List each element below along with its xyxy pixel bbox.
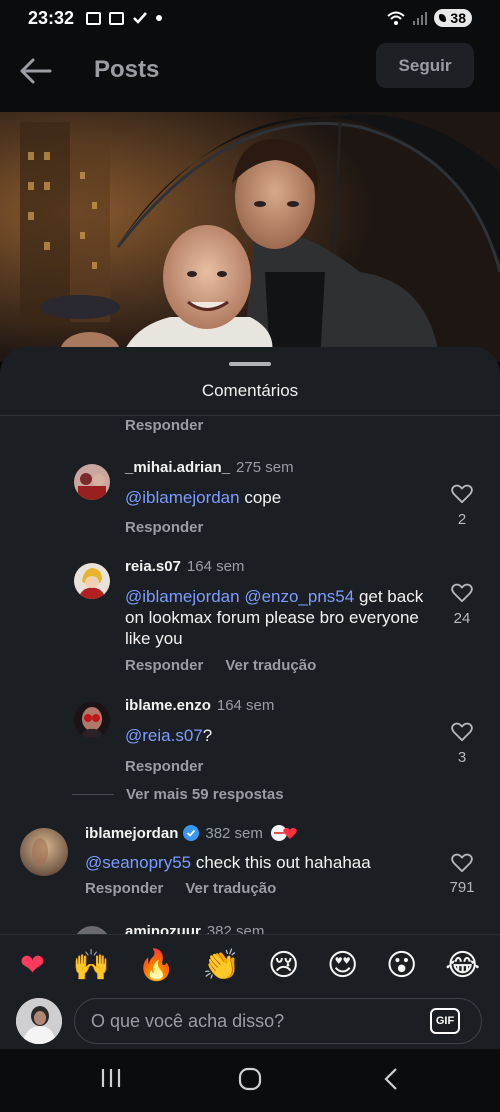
check-icon xyxy=(133,12,147,24)
list-item: iblame.enzo 164 sem @reia.s07? Responder… xyxy=(0,697,500,777)
status-notification-icons xyxy=(86,11,163,25)
avatar[interactable] xyxy=(74,563,110,599)
list-item: reia.s07 164 sem @iblamejordan @enzo_pns… xyxy=(0,558,500,678)
system-nav-bar xyxy=(0,1049,500,1112)
avatar[interactable] xyxy=(74,926,110,934)
comment-text: @iblamejordan @enzo_pns54 get back on lo… xyxy=(125,586,425,649)
like-button[interactable] xyxy=(450,583,474,608)
status-bar: 23:32 38 xyxy=(0,0,500,36)
creator-liked-icon xyxy=(270,825,297,841)
list-item: aminozuur 382 sem xyxy=(0,923,500,934)
post-image[interactable] xyxy=(0,112,500,362)
view-more-replies-label: Ver mais 59 respostas xyxy=(126,786,284,803)
comment-username[interactable]: iblamejordan xyxy=(85,825,178,842)
comment-input[interactable] xyxy=(74,998,482,1044)
sheet-title: Comentários xyxy=(201,381,299,400)
heart-icon xyxy=(451,853,473,873)
comment-time: 275 sem xyxy=(236,459,294,476)
like-count: 3 xyxy=(457,749,467,766)
comments-list[interactable]: Responder _mihai.adrian_ 275 sem @iblame… xyxy=(0,416,500,934)
mention-link[interactable]: @seanopry55 xyxy=(85,853,191,872)
drag-handle[interactable] xyxy=(229,362,271,366)
translate-button[interactable]: Ver tradução xyxy=(185,880,276,897)
comment-text: @seanopry55 check this out hahahaa xyxy=(85,852,425,873)
avatar[interactable] xyxy=(20,828,68,876)
emoji-heart-button[interactable]: ❤ xyxy=(20,948,45,983)
gif-button[interactable]: GIF xyxy=(430,1008,460,1034)
screenshot-icon xyxy=(86,11,102,25)
reply-button[interactable]: Responder xyxy=(125,519,203,536)
reply-button[interactable]: Responder xyxy=(85,880,163,897)
list-item: _mihai.adrian_ 275 sem @iblamejordan cop… xyxy=(0,459,500,539)
comment-username[interactable]: reia.s07 xyxy=(125,558,181,575)
emoji-laughing-button[interactable]: 😂 xyxy=(445,948,480,983)
mention-link[interactable]: @iblamejordan xyxy=(125,488,240,507)
calendar-icon xyxy=(109,11,125,25)
avatar[interactable] xyxy=(74,464,110,500)
view-more-replies-button[interactable]: Ver mais 59 respostas xyxy=(72,786,284,803)
wifi-icon xyxy=(387,11,406,25)
chevron-left-icon xyxy=(384,1068,397,1090)
divider xyxy=(72,794,114,795)
status-time: 23:32 xyxy=(28,7,75,28)
comment-username[interactable]: iblame.enzo xyxy=(125,697,211,714)
reply-button[interactable]: Responder xyxy=(125,758,203,775)
notification-dot-icon xyxy=(156,15,163,21)
avatar[interactable] xyxy=(74,702,110,738)
status-system-icons: 38 xyxy=(386,9,472,27)
battery-icon: 38 xyxy=(434,9,472,27)
comment-body: ? xyxy=(202,726,213,745)
emoji-quick-bar: ❤ 🙌 🔥 👏 😢 😍 😮 😂 xyxy=(0,934,500,996)
comment-time: 382 sem xyxy=(206,923,265,934)
comment-time: 164 sem xyxy=(186,558,245,575)
emoji-surprised-button[interactable]: 😮 xyxy=(386,948,417,983)
back-nav-button[interactable] xyxy=(382,1067,400,1096)
back-button[interactable] xyxy=(18,56,54,86)
like-count: 2 xyxy=(457,511,467,528)
comment-text: @iblamejordan cope xyxy=(125,487,425,508)
comment-username[interactable]: _mihai.adrian_ xyxy=(125,459,230,476)
like-button[interactable] xyxy=(450,853,474,878)
emoji-raised-hands-button[interactable]: 🙌 xyxy=(73,948,110,983)
comments-sheet: Comentários Responder _mihai.adrian_ 275… xyxy=(0,347,500,1112)
reply-button[interactable]: Responder xyxy=(125,657,203,674)
like-button[interactable] xyxy=(450,722,474,747)
page-title: Posts xyxy=(94,56,160,83)
post-photo xyxy=(0,112,500,362)
home-icon xyxy=(238,1067,262,1091)
top-bar: Posts Seguir xyxy=(0,36,500,112)
heart-icon xyxy=(451,484,473,504)
list-item: iblamejordan 382 sem @seanopry55 check t… xyxy=(0,824,500,904)
like-count: 24 xyxy=(453,610,471,627)
emoji-clap-button[interactable]: 👏 xyxy=(203,948,240,983)
comment-body: check this out hahahaa xyxy=(191,853,371,872)
comment-input-row: GIF xyxy=(0,996,500,1050)
like-count: 791 xyxy=(449,879,475,896)
heart-icon xyxy=(451,722,473,742)
emoji-fire-button[interactable]: 🔥 xyxy=(138,948,175,983)
like-button[interactable] xyxy=(450,484,474,509)
heart-icon xyxy=(451,583,473,603)
home-button[interactable] xyxy=(238,1067,262,1096)
verified-badge-icon xyxy=(183,825,200,841)
emoji-crying-button[interactable]: 😢 xyxy=(268,948,299,983)
emoji-heart-eyes-button[interactable]: 😍 xyxy=(327,948,358,983)
comment-time: 382 sem xyxy=(205,824,263,842)
translate-button[interactable]: Ver tradução xyxy=(225,657,316,674)
comment-text: @reia.s07? xyxy=(125,725,425,746)
mention-link[interactable]: @reia.s07 xyxy=(125,726,203,745)
reply-button[interactable]: Responder xyxy=(125,417,203,434)
follow-button[interactable]: Seguir xyxy=(376,43,474,88)
arrow-left-icon xyxy=(20,58,52,84)
comment-username[interactable]: aminozuur xyxy=(125,923,201,934)
comment-time: 164 sem xyxy=(216,697,275,714)
mention-link[interactable]: @iblamejordan @enzo_pns54 xyxy=(125,587,354,606)
recent-apps-button[interactable] xyxy=(100,1067,122,1094)
comment-body: cope xyxy=(239,488,282,507)
signal-icon xyxy=(413,12,428,25)
recent-apps-icon xyxy=(101,1069,121,1087)
avatar xyxy=(16,998,62,1044)
